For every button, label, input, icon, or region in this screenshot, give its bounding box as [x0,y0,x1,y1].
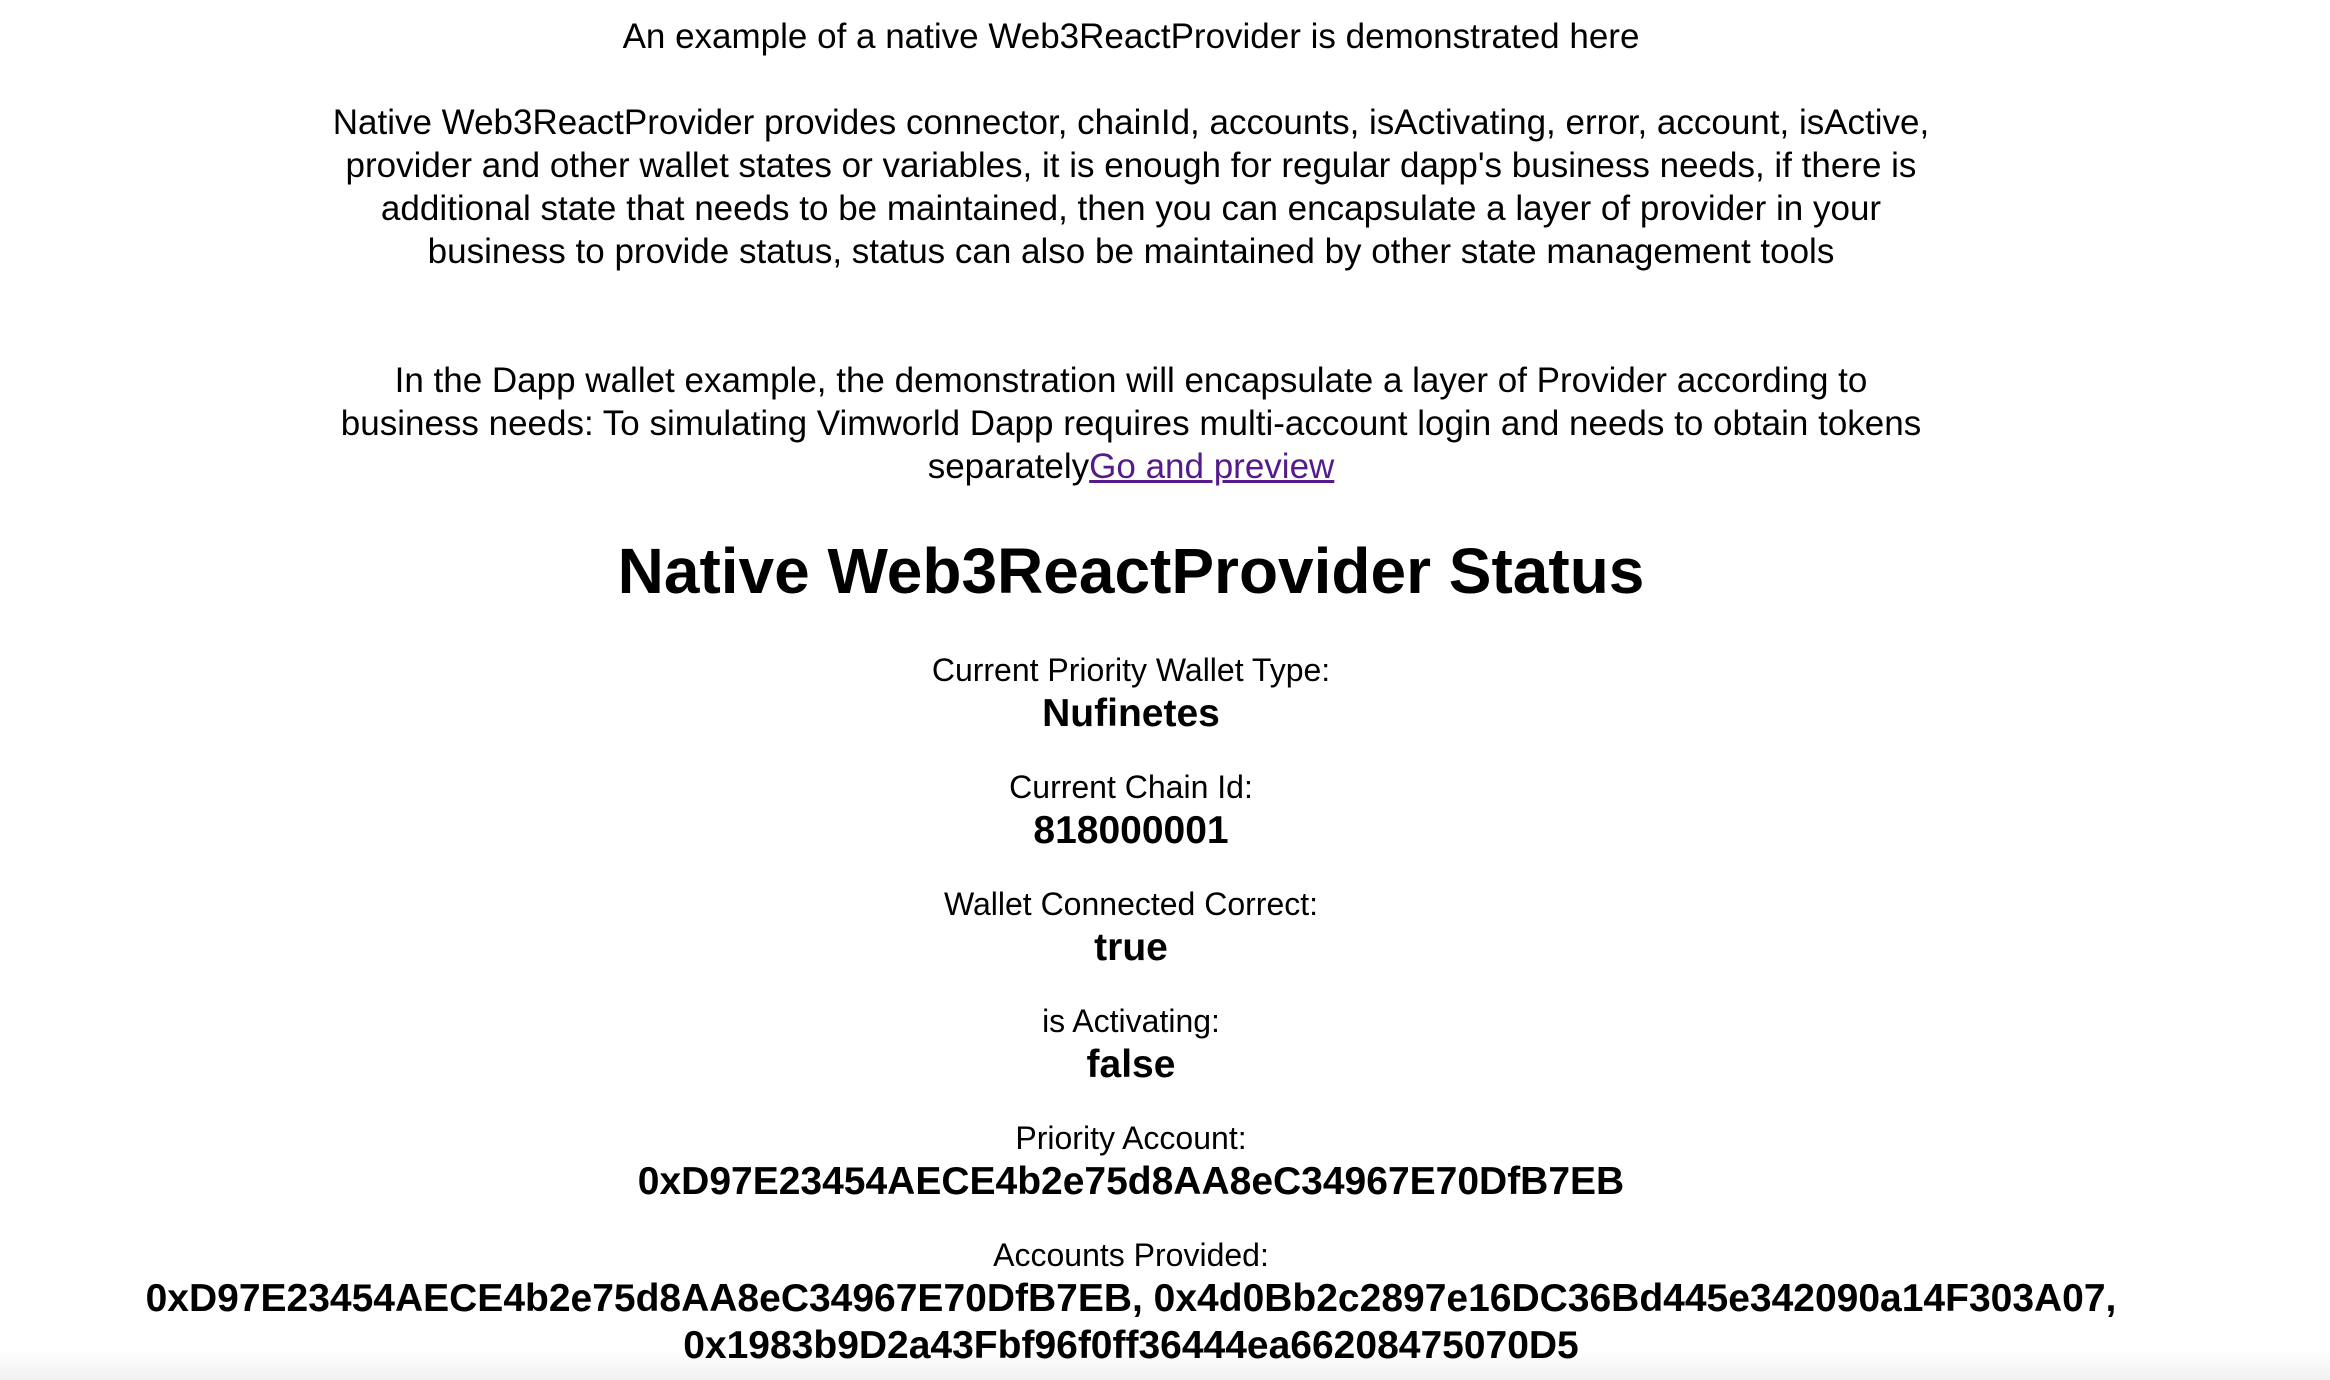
is-activating-section: is Activating: false [0,1001,2262,1088]
intro-paragraph-provider-description: Native Web3ReactProvider provides connec… [332,103,1930,271]
wallet-connected-label: Wallet Connected Correct: [943,886,1319,922]
chain-id-label: Current Chain Id: [1009,769,1253,805]
priority-account-label: Priority Account: [1015,1120,1247,1156]
intro-paragraph-dapp-example: In the Dapp wallet example, the demonstr… [330,359,1932,488]
priority-account-section: Priority Account: 0xD97E23454AECE4b2e75d… [0,1118,2262,1205]
is-activating-label: is Activating: [1042,1003,1220,1039]
viewport-bottom-shadow [0,1350,2330,1380]
go-and-preview-link[interactable]: Go and preview [1089,447,1334,486]
chain-id-value: 818000001 [1033,809,1229,852]
wallet-type-section: Current Priority Wallet Type: Nufinetes [0,650,2262,737]
chain-id-section: Current Chain Id: 818000001 [0,767,2262,854]
wallet-connected-section: Wallet Connected Correct: true [0,884,2262,971]
wallet-connected-value: true [1094,926,1168,969]
intro-line: An example of a native Web3ReactProvider… [622,17,1640,56]
wallet-type-value: Nufinetes [1042,692,1220,735]
priority-account-value: 0xD97E23454AECE4b2e75d8AA8eC34967E70DfB7… [637,1160,1625,1203]
accounts-provided-label: Accounts Provided: [993,1237,1269,1273]
status-title: Native Web3ReactProvider Status [617,535,1645,607]
wallet-type-label: Current Priority Wallet Type: [931,652,1331,688]
accounts-provided-section: Accounts Provided: 0xD97E23454AECE4b2e75… [0,1235,2262,1369]
is-activating-value: false [1086,1043,1176,1086]
